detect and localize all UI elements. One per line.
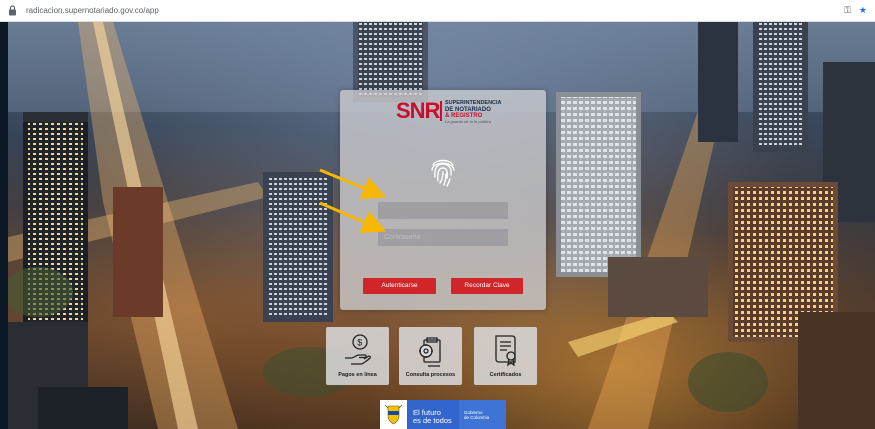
gov-slogan: El futuro es de todos <box>407 400 459 429</box>
logo-tagline: La guarda de la fe pública <box>445 119 492 124</box>
entity-line-2: de Colombia <box>464 415 490 420</box>
certificate-icon <box>495 335 516 367</box>
gov-banner[interactable]: El futuro es de todos Gobierno de Colomb… <box>380 400 506 429</box>
logo-divider <box>440 101 442 121</box>
fingerprint-icon <box>428 155 458 187</box>
service-label: Certificados <box>489 372 522 378</box>
authenticate-button[interactable]: Autenticarse <box>363 278 436 294</box>
online-payment-icon: $ <box>345 334 371 365</box>
browser-address-bar[interactable]: radicacion.supernotariado.gov.co/app ⚿ ★ <box>0 0 875 22</box>
service-tile-certificates[interactable]: Certificados <box>474 327 537 385</box>
bookmark-star-icon[interactable]: ★ <box>859 5 867 16</box>
logo-line-1: SUPERINTENDENCIA <box>445 100 502 106</box>
username-input[interactable] <box>378 202 508 219</box>
recover-password-button[interactable]: Recordar Clave <box>451 278 523 294</box>
service-tile-online-payments[interactable]: $ Pagos en línea <box>326 327 389 385</box>
url-text[interactable]: radicacion.supernotariado.gov.co/app <box>26 6 159 15</box>
gov-entity: Gobierno de Colombia <box>459 400 506 429</box>
login-panel: SNR SUPERINTENDENCIA DE NOTARIADO & REGI… <box>340 90 546 310</box>
service-tile-process-lookup[interactable]: Consulta procesos <box>399 327 462 385</box>
snr-logo: SNR SUPERINTENDENCIA DE NOTARIADO & REGI… <box>396 98 506 126</box>
service-label: Pagos en línea <box>338 372 377 378</box>
password-input[interactable] <box>378 229 508 246</box>
svg-text:$: $ <box>357 337 362 347</box>
service-label: Consulta procesos <box>405 372 456 378</box>
process-lookup-icon <box>419 337 441 367</box>
logo-acronym: SNR <box>396 98 440 123</box>
colombia-shield-icon <box>380 400 407 429</box>
slogan-line-2: es de todos <box>413 416 452 425</box>
key-icon[interactable]: ⚿ <box>844 5 851 16</box>
lock-icon <box>8 4 20 17</box>
